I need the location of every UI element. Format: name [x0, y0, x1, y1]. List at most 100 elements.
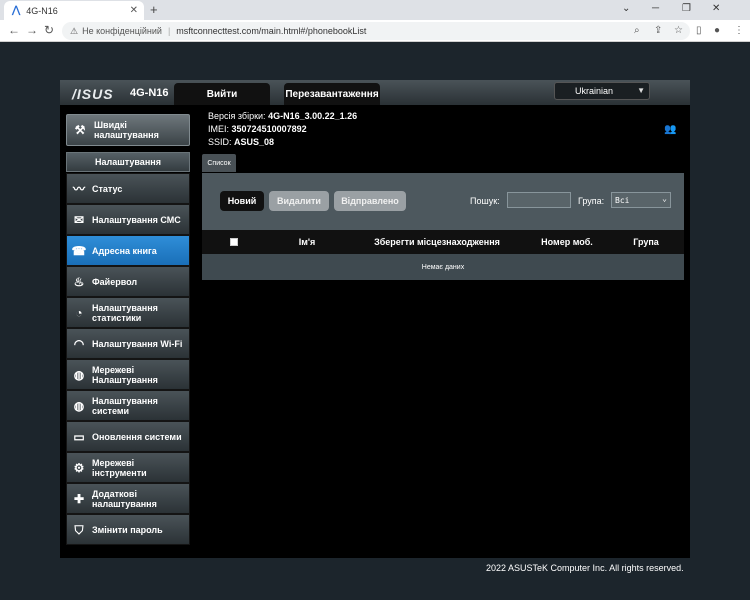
- sidebar-item-label: Налаштування Wi-Fi: [92, 338, 183, 349]
- reboot-button[interactable]: Перезавантаження: [284, 83, 380, 105]
- group-select[interactable]: Всі ⌄: [611, 192, 671, 208]
- asus-logo: /ISUS: [72, 86, 114, 102]
- sidebar-item-label: Налаштування СМС: [92, 214, 181, 225]
- search-label: Пошук:: [470, 196, 500, 206]
- delete-button[interactable]: Видалити: [269, 191, 329, 211]
- model-name: 4G-N16: [130, 87, 169, 99]
- restore-icon[interactable]: ❐: [682, 3, 691, 14]
- router-topbar: /ISUS 4G-N16 Вийти Перезавантаження Ukra…: [60, 80, 690, 105]
- sidebar-item-label: Файервол: [92, 276, 138, 287]
- sidebar-item-label: Мережеві інструменти: [92, 457, 147, 478]
- lock-icon: ⛉: [74, 522, 84, 537]
- language-value: Ukrainian: [574, 86, 614, 96]
- sidebar-item-label: Налаштування статистики: [92, 302, 158, 323]
- sidebar-item-firewall[interactable]: ♨ Файервол: [66, 266, 190, 297]
- gauge-icon: ◔: [75, 305, 83, 320]
- sidebar-item-label: Адресна книга: [92, 245, 157, 256]
- pulse-icon: 〰: [72, 181, 85, 196]
- quick-setup-label: Швидкі налаштування: [94, 120, 159, 140]
- sidebar-item-statistics[interactable]: ◔ Налаштування статистики: [66, 297, 190, 328]
- sidebar-item-label: Мережеві Налаштування: [92, 364, 158, 385]
- ssid-value: ASUS_08: [234, 137, 275, 147]
- logout-button[interactable]: Вийти: [174, 83, 270, 105]
- globe-icon: ◍: [73, 367, 85, 382]
- close-tab-icon[interactable]: ✕: [130, 5, 138, 16]
- sidebar-item-wifi[interactable]: ◠ Налаштування Wi-Fi: [66, 328, 190, 359]
- address-bar[interactable]: ⚠ Не конфіденційний | msftconnecttest.co…: [62, 22, 690, 40]
- imei-label: IMEI:: [208, 124, 230, 134]
- sidebar-item-label: Оновлення системи: [92, 431, 182, 442]
- select-all-checkbox[interactable]: [230, 238, 238, 246]
- ssid-label: SSID:: [208, 137, 232, 147]
- select-all-cell: [202, 238, 266, 246]
- sidebar-menu: 〰 Статус ✉ Налаштування СМС ☎ Адресна книга…: [66, 173, 190, 545]
- sidepanel-icon[interactable]: ▯: [696, 25, 702, 36]
- content-tabs: Список: [202, 154, 236, 172]
- warning-icon: ⚠: [70, 25, 79, 36]
- share-icon[interactable]: ⇪: [654, 25, 662, 36]
- router-ui: /ISUS 4G-N16 Вийти Перезавантаження Ukra…: [60, 80, 690, 558]
- close-window-icon[interactable]: ✕: [712, 3, 720, 14]
- profile-icon[interactable]: ●: [714, 25, 720, 36]
- advanced-icon: ✚: [73, 491, 85, 506]
- sidebar-item-network[interactable]: ◍ Мережеві Налаштування: [66, 359, 190, 390]
- copyright-footer: 2022 ASUSTeK Computer Inc. All rights re…: [486, 563, 684, 573]
- column-header-location: Зберегти місцезнаходження: [374, 237, 500, 247]
- bookmark-star-icon[interactable]: ☆: [674, 25, 683, 36]
- sidebar-item-status[interactable]: 〰 Статус: [66, 173, 190, 204]
- sidebar-item-advanced[interactable]: ✚ Додаткові налаштування: [66, 483, 190, 514]
- sidebar-item-tools[interactable]: ⚙ Мережеві інструменти: [66, 452, 190, 483]
- back-icon[interactable]: ←: [8, 23, 20, 37]
- users-icon[interactable]: 👥: [664, 124, 678, 136]
- empty-table-message: Немає даних: [202, 254, 684, 280]
- phonebook-icon: ☎: [71, 243, 87, 258]
- menu-dots-icon[interactable]: ⋮: [734, 25, 744, 36]
- browser-tab[interactable]: ⋀ 4G-N16 ✕: [4, 1, 144, 20]
- group-label: Група:: [578, 196, 605, 206]
- sidebar-item-sms[interactable]: ✉ Налаштування СМС: [66, 204, 190, 235]
- firmware-label: Версія збірки:: [208, 111, 266, 121]
- quick-setup-button[interactable]: ⚒ Швидкі налаштування: [66, 114, 190, 146]
- column-header-group: Група: [633, 237, 659, 247]
- firmware-value: 4G-N16_3.00.22_1.26: [268, 111, 358, 121]
- url-text: msftconnecttest.com/main.html#/phonebook…: [176, 26, 367, 36]
- tab-list[interactable]: Список: [202, 154, 236, 172]
- language-select[interactable]: Ukrainian ▼: [554, 82, 650, 100]
- browser-tabbar: ⋀ 4G-N16 ✕ + ⌄ ─ ❐ ✕: [0, 0, 750, 20]
- not-secure-label: Не конфіденційний: [82, 26, 162, 36]
- separator: |: [167, 26, 171, 36]
- zoom-icon[interactable]: ⌕: [634, 25, 640, 36]
- minimize-icon[interactable]: ─: [652, 3, 659, 14]
- wand-icon: ⚒: [74, 123, 86, 137]
- new-contact-button[interactable]: Новий: [220, 191, 264, 211]
- gear-icon: ⚙: [73, 460, 85, 475]
- sidebar-item-label: Додаткові налаштування: [92, 488, 157, 509]
- chevron-down-icon[interactable]: ⌄: [622, 3, 630, 14]
- address-bar-row: ← → ↻ ⚠ Не конфіденційний | msftconnectt…: [0, 20, 750, 42]
- imei-value: 350724510007892: [231, 124, 307, 134]
- sidebar-item-label: Змінити пароль: [92, 524, 163, 535]
- chevron-down-icon: ⌄: [662, 194, 667, 203]
- device-info: Версія збірки: 4G-N16_3.00.22_1.26 IMEI:…: [208, 110, 357, 149]
- table-header: Ім'я Зберегти місцезнаходження Номер моб…: [202, 230, 684, 254]
- asus-icon: ⋀: [12, 5, 21, 16]
- sidebar-item-label: Статус: [92, 183, 123, 194]
- chevron-down-icon: ▼: [637, 86, 645, 95]
- forward-icon[interactable]: →: [26, 23, 38, 37]
- search-input[interactable]: [507, 192, 571, 208]
- globe-icon: ◍: [73, 398, 85, 413]
- sidebar-item-system[interactable]: ◍ Налаштування системи: [66, 390, 190, 421]
- wifi-icon: ◠: [73, 336, 85, 351]
- firewall-icon: ♨: [73, 274, 85, 289]
- group-value: Всі: [615, 195, 630, 205]
- column-header-name: Ім'я: [298, 237, 316, 247]
- sidebar-item-phonebook[interactable]: ☎ Адресна книга: [66, 235, 190, 266]
- sidebar-item-update[interactable]: ▭ Оновлення системи: [66, 421, 190, 452]
- sent-button[interactable]: Відправлено: [334, 191, 406, 211]
- settings-menu-title: Налаштування: [66, 152, 190, 172]
- sidebar-item-password[interactable]: ⛉ Змінити пароль: [66, 514, 190, 545]
- column-header-mobile: Номер моб.: [541, 237, 593, 247]
- monitor-icon: ▭: [73, 429, 85, 444]
- reload-icon[interactable]: ↻: [44, 23, 54, 37]
- new-tab-button[interactable]: +: [150, 2, 158, 17]
